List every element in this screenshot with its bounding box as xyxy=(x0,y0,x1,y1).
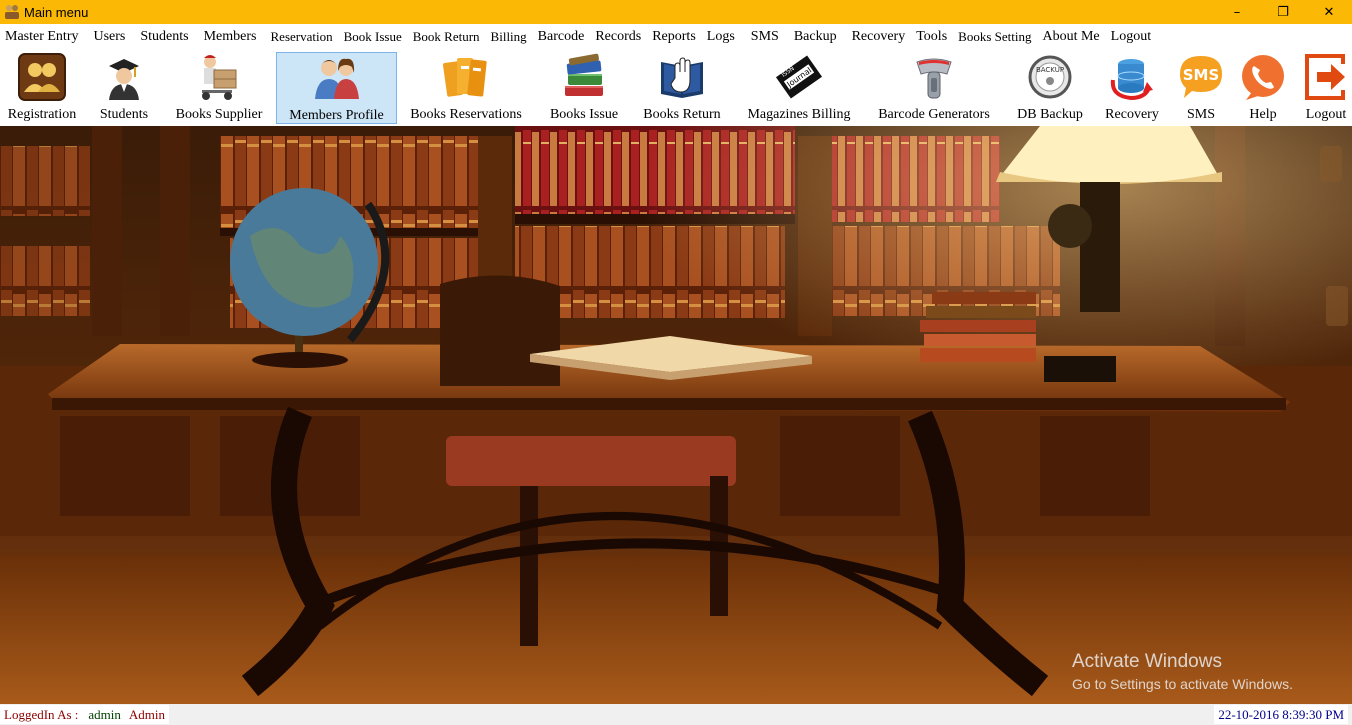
menu-reports[interactable]: Reports xyxy=(647,24,701,50)
login-status: LoggedIn As : admin Admin xyxy=(0,705,170,724)
recovery-button[interactable]: Recovery xyxy=(1100,52,1164,124)
watermark-line2: Go to Settings to activate Windows. xyxy=(1072,676,1293,692)
library-background-image xyxy=(0,126,1352,704)
books-supplier-label: Books Supplier xyxy=(175,107,263,122)
books-supplier-button[interactable]: Books Supplier xyxy=(168,52,270,124)
menu-users[interactable]: Users xyxy=(88,24,130,50)
menu-billing[interactable]: Billing xyxy=(486,24,532,50)
folder-stack-icon xyxy=(441,52,491,102)
logout-button[interactable]: Logout xyxy=(1300,52,1352,124)
toolbar: Registration Students Books Supplier Mem… xyxy=(0,50,1352,126)
members-profile-label: Members Profile xyxy=(289,108,384,123)
books-reservations-button[interactable]: Books Reservations xyxy=(402,52,530,124)
window-title: Main menu xyxy=(24,4,89,20)
menu-logout[interactable]: Logout xyxy=(1106,24,1156,50)
db-backup-button[interactable]: BACKUP DB Backup xyxy=(1012,52,1088,124)
students-button[interactable]: Students xyxy=(92,52,156,124)
magazines-billing-button[interactable]: Journal ISSN Magazines Billing xyxy=(740,52,858,124)
activate-windows-watermark: Activate Windows Go to Settings to activ… xyxy=(1072,652,1293,693)
barcode-generators-button[interactable]: Barcode Generators xyxy=(870,52,998,124)
members-profile-icon xyxy=(312,53,362,103)
maximize-button[interactable]: ❐ xyxy=(1260,0,1306,24)
menu-barcode[interactable]: Barcode xyxy=(533,24,590,50)
menu-book-return[interactable]: Book Return xyxy=(408,24,485,50)
magazines-billing-label: Magazines Billing xyxy=(747,107,851,122)
close-button[interactable]: ✕ xyxy=(1306,0,1352,24)
recovery-label: Recovery xyxy=(1105,107,1159,122)
datetime-text: 22-10-2016 8:39:30 PM xyxy=(1214,705,1348,724)
delivery-person-icon xyxy=(194,52,244,102)
menu-members[interactable]: Members xyxy=(199,24,262,50)
username-text: admin xyxy=(88,706,121,722)
sms-bubble-icon: SMS xyxy=(1176,52,1226,102)
menu-sms[interactable]: SMS xyxy=(746,24,784,50)
sms-button[interactable]: SMS SMS xyxy=(1172,52,1230,124)
books-issue-button[interactable]: Books Issue xyxy=(542,52,626,124)
role-text: Admin xyxy=(128,706,166,722)
books-issue-label: Books Issue xyxy=(549,107,619,122)
book-return-icon xyxy=(657,52,707,102)
logout-label: Logout xyxy=(1305,107,1347,122)
menu-reservation[interactable]: Reservation xyxy=(266,24,338,50)
menu-students[interactable]: Students xyxy=(135,24,193,50)
sms-icon-text: SMS xyxy=(1183,66,1220,84)
title-bar: Main menu – ❐ ✕ xyxy=(0,0,1352,24)
books-reservations-label: Books Reservations xyxy=(410,107,522,122)
graduate-icon xyxy=(99,52,149,102)
database-recovery-icon xyxy=(1107,52,1157,102)
minimize-button[interactable]: – xyxy=(1214,0,1260,24)
help-button[interactable]: Help xyxy=(1236,52,1290,124)
menu-recovery[interactable]: Recovery xyxy=(847,24,911,50)
menu-backup[interactable]: Backup xyxy=(789,24,842,50)
menu-book-issue[interactable]: Book Issue xyxy=(339,24,407,50)
books-stack-icon xyxy=(559,52,609,102)
menu-master-entry[interactable]: Master Entry xyxy=(0,24,83,50)
phone-help-icon xyxy=(1238,52,1288,102)
barcode-generators-label: Barcode Generators xyxy=(878,107,990,122)
menu-about-me[interactable]: About Me xyxy=(1037,24,1104,50)
backup-disk-icon: BACKUP xyxy=(1025,52,1075,102)
registration-button[interactable]: Registration xyxy=(2,52,82,124)
help-label: Help xyxy=(1249,107,1277,122)
status-bar: LoggedIn As : admin Admin 22-10-2016 8:3… xyxy=(0,704,1352,725)
journal-icon: Journal ISSN xyxy=(774,52,824,102)
watermark-line1: Activate Windows xyxy=(1072,651,1222,672)
logout-icon xyxy=(1301,52,1351,102)
students-label: Students xyxy=(99,107,149,122)
barcode-scanner-icon xyxy=(909,52,959,102)
menu-books-setting[interactable]: Books Setting xyxy=(953,24,1036,50)
sms-label: SMS xyxy=(1186,107,1216,122)
menu-records[interactable]: Records xyxy=(590,24,646,50)
menu-logs[interactable]: Logs xyxy=(702,24,740,50)
db-backup-label: DB Backup xyxy=(1017,107,1083,122)
logged-in-label: LoggedIn As : xyxy=(4,706,79,722)
registration-icon xyxy=(17,52,67,102)
members-profile-button[interactable]: Members Profile xyxy=(276,52,397,124)
menu-bar: Master Entry Users Students Members Rese… xyxy=(0,24,1352,50)
books-return-button[interactable]: Books Return xyxy=(636,52,728,124)
backup-icon-text: BACKUP xyxy=(1036,66,1064,74)
registration-label: Registration xyxy=(7,107,77,122)
menu-tools[interactable]: Tools xyxy=(911,24,952,50)
books-return-label: Books Return xyxy=(643,107,721,122)
app-icon xyxy=(4,4,20,20)
